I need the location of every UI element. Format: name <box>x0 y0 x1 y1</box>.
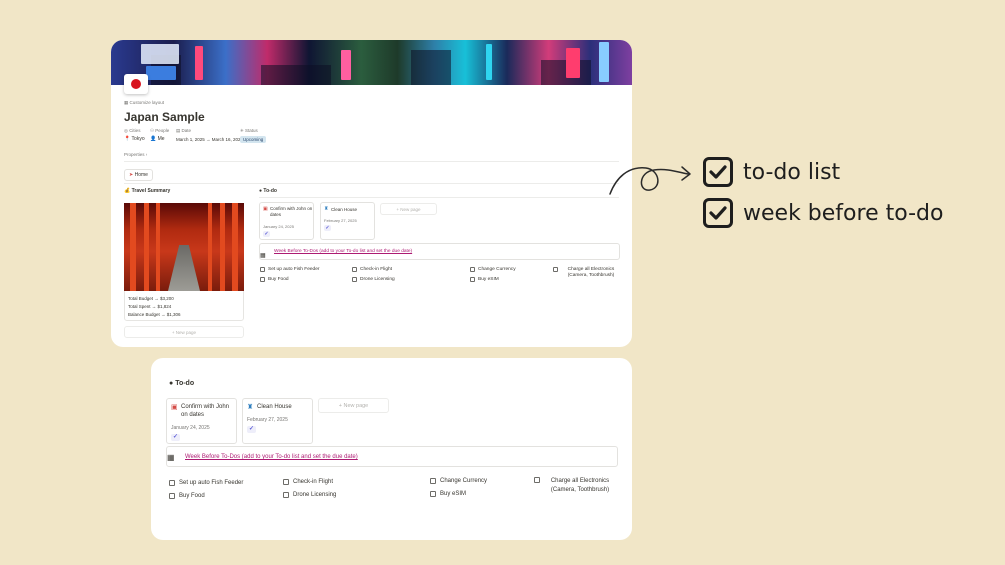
spray-bottle-icon: ♜ <box>247 404 254 411</box>
todo-card-title: Clean House <box>331 207 358 212</box>
new-page-button[interactable]: + New page <box>318 398 389 413</box>
torii-gate-image <box>124 203 244 291</box>
divider <box>124 183 619 184</box>
checklist-item[interactable]: Drone Licensing <box>352 277 395 282</box>
breadcrumb[interactable]: ▦ Customize layout <box>124 100 164 106</box>
check-circle-icon: ● <box>169 380 174 387</box>
property-label-people: ⚇ People <box>150 128 170 133</box>
property-label-cities: ◎ Cities <box>124 128 141 133</box>
properties-toggle[interactable]: Properties › <box>124 152 147 157</box>
status-badge[interactable]: Upcoming <box>240 136 267 143</box>
spray-bottle-icon: ♜ <box>324 206 329 212</box>
pin-icon: 📍 <box>124 136 131 142</box>
todo-heading: ● To-do <box>169 380 195 387</box>
callout-todo-list: to-do list <box>703 157 840 187</box>
notion-page-card: ▦ Customize layout Japan Sample ◎ Cities… <box>111 40 632 347</box>
new-page-button[interactable]: + New page <box>124 326 244 338</box>
checklist-item[interactable]: Buy eSIM <box>430 491 466 497</box>
todo-card-date: February 27, 2025 <box>247 417 288 423</box>
property-city[interactable]: 📍 Tokyo <box>124 136 145 142</box>
todo-card[interactable]: ▣ Confirm with John on dates January 24,… <box>166 398 237 444</box>
calendar-icon: ▦ <box>260 253 266 259</box>
checklist-item[interactable]: Drone Licensing <box>283 492 336 498</box>
property-label-status: ✳ Status <box>240 128 258 133</box>
japan-flag-icon[interactable] <box>124 74 148 94</box>
todo-card-title: Clean House <box>257 404 292 410</box>
total-spent: Total Spent → $1,824 <box>128 304 172 309</box>
week-before-link[interactable]: Week Before To-Dos (add to your To-do li… <box>185 454 358 460</box>
checklist-item[interactable]: Change Currency <box>430 478 487 484</box>
check-circle-icon: ● <box>259 188 263 194</box>
piggy-bank-icon: 💰 <box>124 188 131 194</box>
checklist-item[interactable]: Charge all Electronics (Camera, Toothbru… <box>553 267 621 279</box>
checklist-item[interactable]: Change Currency <box>470 267 516 272</box>
callout-label: to-do list <box>743 159 841 185</box>
checklist-item[interactable]: Charge all Electronics (Camera, Toothbru… <box>534 477 616 495</box>
checklist-item[interactable]: Buy Food <box>169 493 205 499</box>
checkbox-checked-icon <box>703 157 733 187</box>
curly-arrow-icon <box>609 166 691 195</box>
todo-card[interactable]: ▣ Confirm with John on dates January 24,… <box>259 202 314 240</box>
todo-card[interactable]: ♜ Clean House February 27, 2025 ✓ <box>320 202 375 240</box>
todo-card-date: February 27, 2025 <box>324 218 357 223</box>
callout-week-before: week before to-do <box>703 198 943 228</box>
todo-card-date: January 24, 2025 <box>263 224 294 229</box>
done-checkbox[interactable]: ✓ <box>324 225 331 231</box>
checklist-item[interactable]: Buy Food <box>260 277 289 282</box>
page-title[interactable]: Japan Sample <box>124 110 205 124</box>
checklist-item[interactable]: Buy eSIM <box>470 277 499 282</box>
new-page-button[interactable]: + New page <box>380 203 437 215</box>
travel-summary-heading: 💰 Travel Summary <box>124 188 171 194</box>
done-checkbox[interactable]: ✓ <box>247 426 256 433</box>
checklist-item[interactable]: Check-in Flight <box>283 479 333 485</box>
todo-card[interactable]: ♜ Clean House February 27, 2025 ✓ <box>242 398 313 444</box>
cover-image <box>111 40 632 85</box>
property-people[interactable]: 👤 Me <box>150 136 165 142</box>
calendar-icon: ▣ <box>263 206 268 212</box>
calendar-icon: ▦ <box>167 453 175 462</box>
person-icon: 👤 <box>150 136 157 142</box>
property-label-date: ▤ Date <box>176 128 192 133</box>
todo-card-title: Confirm with John on dates <box>270 206 313 217</box>
done-checkbox[interactable]: ✓ <box>171 434 180 441</box>
send-icon: ➤ <box>129 172 134 178</box>
week-before-callout: ▦ Week Before To-Dos (add to your To-do … <box>166 446 618 467</box>
checklist-item[interactable]: Check-in Flight <box>352 267 392 272</box>
week-before-callout: ▦ Week Before To-Dos (add to your To-do … <box>259 243 620 260</box>
todo-card-title: Confirm with John on dates <box>181 404 230 418</box>
checkbox-checked-icon <box>703 198 733 228</box>
week-before-link[interactable]: Week Before To-Dos (add to your To-do li… <box>274 249 412 254</box>
home-button[interactable]: ➤ Home <box>124 169 153 181</box>
checklist-item[interactable]: Set up auto Fish Feeder <box>260 267 319 272</box>
total-budget: Total Budget → $3,200 <box>128 296 174 301</box>
breadcrumb-label: Customize layout <box>129 100 165 105</box>
calendar-icon: ▣ <box>171 404 178 411</box>
todo-zoom-card: ● To-do ▣ Confirm with John on dates Jan… <box>151 358 632 540</box>
checklist-item[interactable]: Set up auto Fish Feeder <box>169 480 243 486</box>
divider <box>124 161 619 162</box>
callout-label: week before to-do <box>743 200 944 226</box>
divider <box>259 197 619 198</box>
balance-budget: Balance Budget → $1,306 <box>128 312 181 317</box>
todo-card-date: January 24, 2025 <box>171 425 210 431</box>
property-date[interactable]: March 1, 2025 → March 16, 2025 <box>176 137 243 142</box>
done-checkbox[interactable]: ✓ <box>263 231 270 237</box>
todo-heading: ● To-do <box>259 188 277 194</box>
